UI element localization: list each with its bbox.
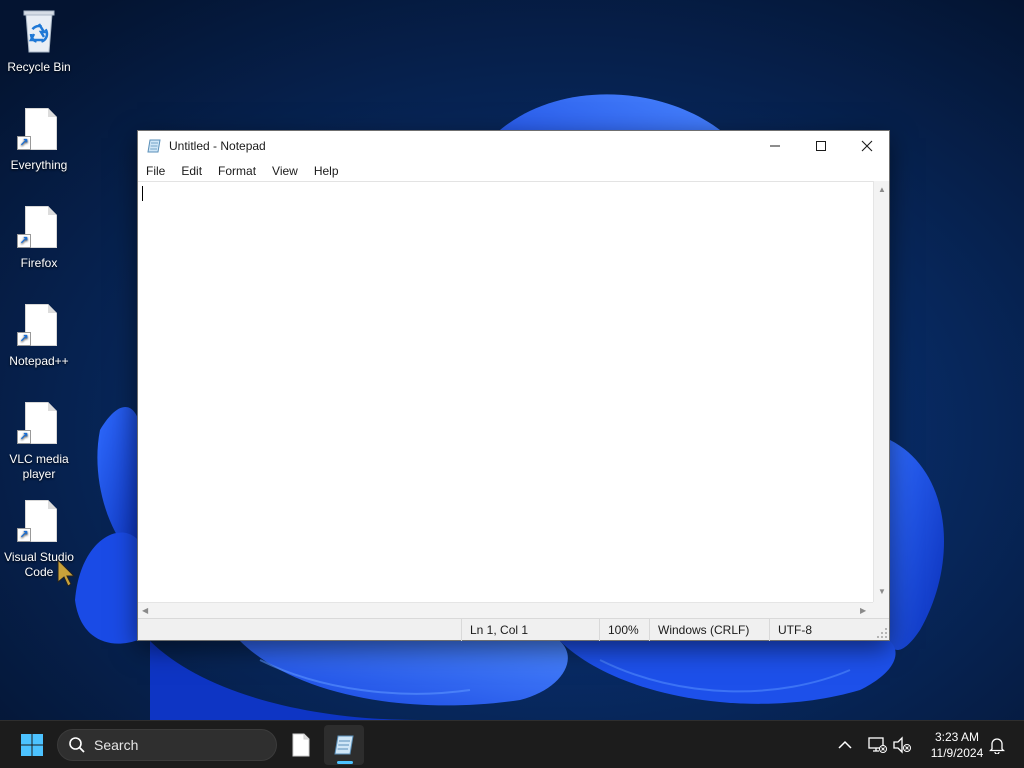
windows-logo-icon <box>21 734 43 756</box>
menu-edit[interactable]: Edit <box>173 161 210 181</box>
active-app-indicator <box>337 761 353 764</box>
horizontal-scrollbar[interactable]: ◀ ▶ <box>138 602 873 618</box>
text-editor[interactable] <box>138 181 873 602</box>
desktop-icon-label: Notepad++ <box>9 354 69 368</box>
status-bar: Ln 1, Col 1 100% Windows (CRLF) UTF-8 <box>138 618 889 641</box>
vertical-scrollbar[interactable]: ▲ ▼ <box>873 181 889 602</box>
notepad-icon <box>334 735 354 755</box>
desktop-icon-label: Firefox <box>20 256 58 270</box>
busy-cursor-icon <box>57 558 76 587</box>
desktop-icon-label: Everything <box>10 158 68 172</box>
start-button[interactable] <box>12 725 52 765</box>
volume-tray-button[interactable] <box>890 733 914 757</box>
bell-icon <box>989 738 1005 754</box>
notepad-window[interactable]: Untitled - Notepad File Edit Format View… <box>137 130 890 641</box>
menu-format[interactable]: Format <box>210 161 264 181</box>
close-icon <box>861 140 873 152</box>
desktop-icon-notepad-plus-plus[interactable]: ↗ Notepad++ <box>2 298 76 390</box>
taskbar-notepad-app[interactable] <box>324 725 364 765</box>
file-shortcut-icon: ↗ <box>15 498 63 546</box>
network-tray-button[interactable] <box>865 733 889 757</box>
file-shortcut-icon: ↗ <box>15 106 63 154</box>
desktop-icon-recycle-bin[interactable]: Recycle Bin <box>2 4 76 96</box>
status-line-endings: Windows (CRLF) <box>649 619 769 641</box>
taskbar-file-app[interactable] <box>281 725 321 765</box>
desktop-icon-label: Recycle Bin <box>7 60 71 74</box>
minimize-icon <box>770 145 780 147</box>
network-icon <box>868 737 887 753</box>
scroll-right-arrow-icon[interactable]: ▶ <box>860 606 866 616</box>
close-button[interactable] <box>844 131 890 161</box>
title-bar[interactable]: Untitled - Notepad <box>138 131 889 161</box>
desktop-icon-everything[interactable]: ↗ Everything <box>2 102 76 194</box>
search-icon <box>69 737 85 753</box>
scroll-left-arrow-icon[interactable]: ◀ <box>142 606 148 616</box>
scroll-corner <box>873 602 889 618</box>
scroll-up-arrow-icon[interactable]: ▲ <box>878 185 886 195</box>
minimize-button[interactable] <box>752 131 798 161</box>
status-encoding: UTF-8 <box>769 619 873 641</box>
maximize-button[interactable] <box>798 131 844 161</box>
status-position: Ln 1, Col 1 <box>461 619 599 641</box>
menu-file[interactable]: File <box>138 161 173 181</box>
resize-grip-icon[interactable] <box>876 627 888 639</box>
file-shortcut-icon: ↗ <box>15 400 63 448</box>
menu-help[interactable]: Help <box>306 161 347 181</box>
notepad-icon <box>147 139 161 153</box>
volume-muted-icon <box>893 736 911 754</box>
taskbar: Search 3:23 AM 11/9/2024 <box>0 720 1024 768</box>
text-caret <box>142 186 143 201</box>
desktop-icon-label: VLC media player <box>9 452 69 481</box>
menu-bar: File Edit Format View Help <box>138 161 889 181</box>
file-shortcut-icon: ↗ <box>15 204 63 252</box>
recycle-bin-icon <box>23 10 55 53</box>
notifications-button[interactable] <box>985 733 1009 757</box>
show-hidden-icons-button[interactable] <box>833 733 857 757</box>
scroll-down-arrow-icon[interactable]: ▼ <box>878 587 886 597</box>
chevron-up-icon <box>838 740 852 749</box>
desktop-icon-firefox[interactable]: ↗ Firefox <box>2 200 76 292</box>
desktop: Recycle Bin ↗ Everything ↗ Firefox ↗ Not… <box>0 0 1024 720</box>
menu-view[interactable]: View <box>264 161 306 181</box>
window-title: Untitled - Notepad <box>169 139 266 153</box>
maximize-icon <box>816 141 826 151</box>
search-placeholder: Search <box>94 737 139 753</box>
file-icon <box>292 733 310 757</box>
status-zoom: 100% <box>599 619 649 641</box>
file-shortcut-icon: ↗ <box>15 302 63 350</box>
desktop-icon-vlc[interactable]: ↗ VLC media player <box>2 396 76 488</box>
taskbar-search[interactable]: Search <box>57 729 277 761</box>
